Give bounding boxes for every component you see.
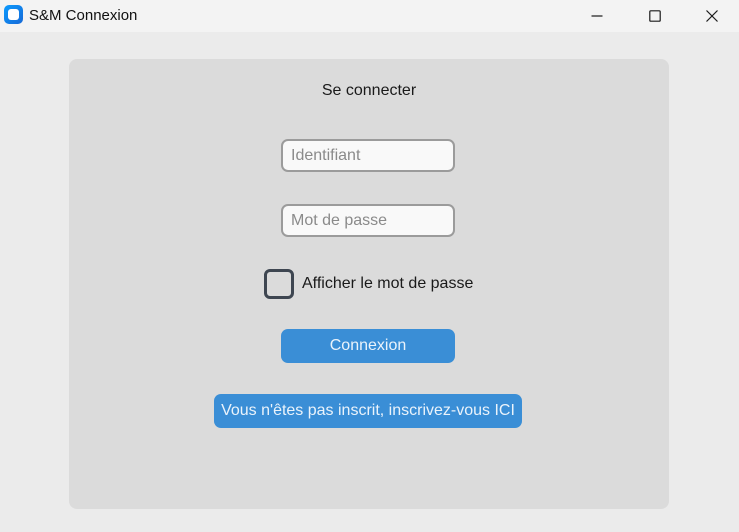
close-button[interactable] xyxy=(684,0,739,32)
window-title: S&M Connexion xyxy=(29,7,138,24)
show-password-label: Afficher le mot de passe xyxy=(302,275,474,292)
minimize-icon xyxy=(591,15,603,17)
minimize-button[interactable] xyxy=(568,0,626,32)
app-icon xyxy=(4,5,23,24)
username-input[interactable] xyxy=(281,139,455,172)
password-input[interactable] xyxy=(281,204,455,237)
register-button[interactable]: Vous n'êtes pas inscrit, inscrivez-vous … xyxy=(214,394,522,428)
show-password-toggle[interactable]: Afficher le mot de passe xyxy=(264,269,473,299)
close-icon xyxy=(705,10,718,22)
login-heading: Se connecter xyxy=(321,82,417,99)
title-bar: S&M Connexion xyxy=(0,0,739,32)
maximize-button[interactable] xyxy=(626,0,684,32)
show-password-checkbox[interactable] xyxy=(264,269,294,299)
maximize-icon xyxy=(649,10,661,22)
app-window: S&M Connexion Se connecter Afficher le m… xyxy=(0,0,739,532)
login-panel: Se connecter Afficher le mot de passe Co… xyxy=(69,59,669,509)
login-button[interactable]: Connexion xyxy=(281,329,455,363)
